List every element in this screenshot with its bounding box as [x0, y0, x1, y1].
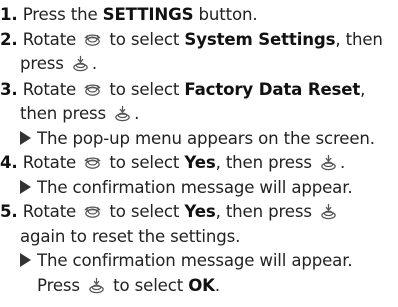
- interface-dial-press-icon: [319, 202, 338, 221]
- step-text: to select: [109, 202, 185, 221]
- step-number: 4.: [0, 153, 18, 172]
- menu-item-factory-data-reset: Factory Data Reset: [184, 80, 361, 99]
- step-text: Rotate: [22, 80, 77, 99]
- interface-dial-rotate-icon: [83, 202, 102, 221]
- step-number: 2.: [0, 30, 18, 49]
- step-text: Rotate: [22, 202, 77, 221]
- option-yes: Yes: [184, 153, 216, 172]
- step-number: 5.: [0, 202, 18, 221]
- interface-dial-rotate-icon: [83, 80, 102, 99]
- step-text: Rotate: [22, 153, 77, 172]
- step-text: ,: [360, 80, 366, 99]
- step-text: again to reset the settings.: [20, 227, 241, 246]
- step-text: to select: [109, 80, 185, 99]
- step-result: to select: [113, 276, 189, 295]
- interface-dial-rotate-icon: [83, 30, 102, 49]
- step-text: , then press: [215, 153, 312, 172]
- interface-dial-press-icon: [319, 153, 338, 172]
- step-text: to select: [109, 153, 185, 172]
- step-result: .: [214, 276, 220, 295]
- interface-dial-press-icon: [71, 54, 90, 73]
- step-result: The confirmation message will appear.: [37, 251, 353, 270]
- step-text: to select: [109, 30, 185, 49]
- interface-dial-rotate-icon: [83, 153, 102, 172]
- step-result: The pop-up menu appears on the screen.: [37, 129, 375, 148]
- step-text: press: [20, 54, 64, 73]
- interface-dial-press-icon: [113, 104, 132, 123]
- step-text: button.: [193, 5, 258, 24]
- step-text: , then: [335, 30, 383, 49]
- settings-button-label: SETTINGS: [102, 5, 194, 24]
- result-arrow-icon: [20, 180, 31, 194]
- result-arrow-icon: [20, 253, 31, 267]
- step-text: Rotate: [22, 30, 77, 49]
- clipped-previous-line: [0, 0, 398, 3]
- step-result: The confirmation message will appear.: [37, 178, 353, 197]
- result-arrow-icon: [20, 131, 31, 145]
- step-text: Press the: [22, 5, 103, 24]
- step-result: Press: [37, 276, 80, 295]
- interface-dial-press-icon: [87, 276, 106, 295]
- menu-item-system-settings: System Settings: [184, 30, 336, 49]
- option-yes: Yes: [184, 202, 216, 221]
- step-number: 1.: [0, 5, 18, 24]
- option-ok: OK: [188, 276, 215, 295]
- step-text: , then press: [215, 202, 312, 221]
- step-number: 3.: [0, 80, 18, 99]
- step-text: then press: [20, 104, 107, 123]
